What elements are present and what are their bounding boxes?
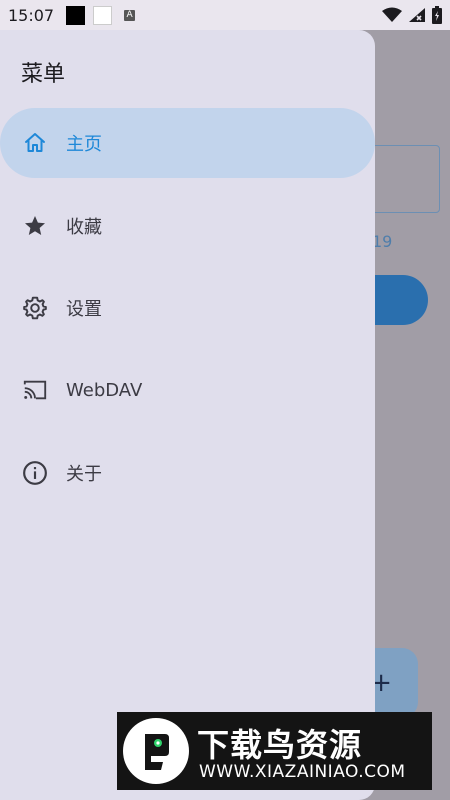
watermark-url: WWW.XIAZAINIAO.COM bbox=[199, 762, 406, 782]
wifi-icon bbox=[382, 7, 402, 22]
info-icon bbox=[22, 460, 48, 486]
watermark-title: 下载鸟资源 bbox=[197, 726, 363, 764]
cast-icon bbox=[22, 377, 48, 403]
nav-label-webdav: WebDAV bbox=[66, 379, 143, 401]
a-notification-icon: A bbox=[124, 9, 136, 21]
black-square-icon bbox=[66, 5, 86, 25]
home-icon bbox=[22, 130, 48, 156]
signal-icon bbox=[409, 8, 425, 22]
drawer-title: 菜单 bbox=[21, 62, 66, 87]
status-icons bbox=[382, 6, 442, 24]
nav-item-settings[interactable]: 设置 bbox=[0, 273, 375, 343]
nav-label-favorites: 收藏 bbox=[66, 217, 102, 238]
nav-item-home[interactable]: 主页 bbox=[0, 108, 375, 178]
nav-label-home: 主页 bbox=[66, 134, 102, 155]
white-square-icon bbox=[93, 5, 113, 25]
navigation-drawer: 菜单 主页 收藏 设置 WebDAV 关于 bbox=[0, 30, 375, 800]
background-text: 19 bbox=[372, 232, 393, 251]
nav-item-favorites[interactable]: 收藏 bbox=[0, 191, 375, 261]
status-bar: 15:07 A bbox=[0, 0, 450, 30]
nav-item-about[interactable]: 关于 bbox=[0, 438, 375, 508]
gear-icon bbox=[22, 295, 48, 321]
bird-logo-icon bbox=[123, 718, 189, 784]
nav-label-about: 关于 bbox=[66, 464, 102, 485]
battery-icon bbox=[432, 6, 442, 24]
star-icon bbox=[22, 213, 48, 239]
nav-label-settings: 设置 bbox=[66, 299, 102, 320]
nav-item-webdav[interactable]: WebDAV bbox=[0, 355, 375, 425]
status-time: 15:07 bbox=[8, 5, 55, 25]
watermark-banner: 下载鸟资源 WWW.XIAZAINIAO.COM bbox=[117, 712, 432, 790]
